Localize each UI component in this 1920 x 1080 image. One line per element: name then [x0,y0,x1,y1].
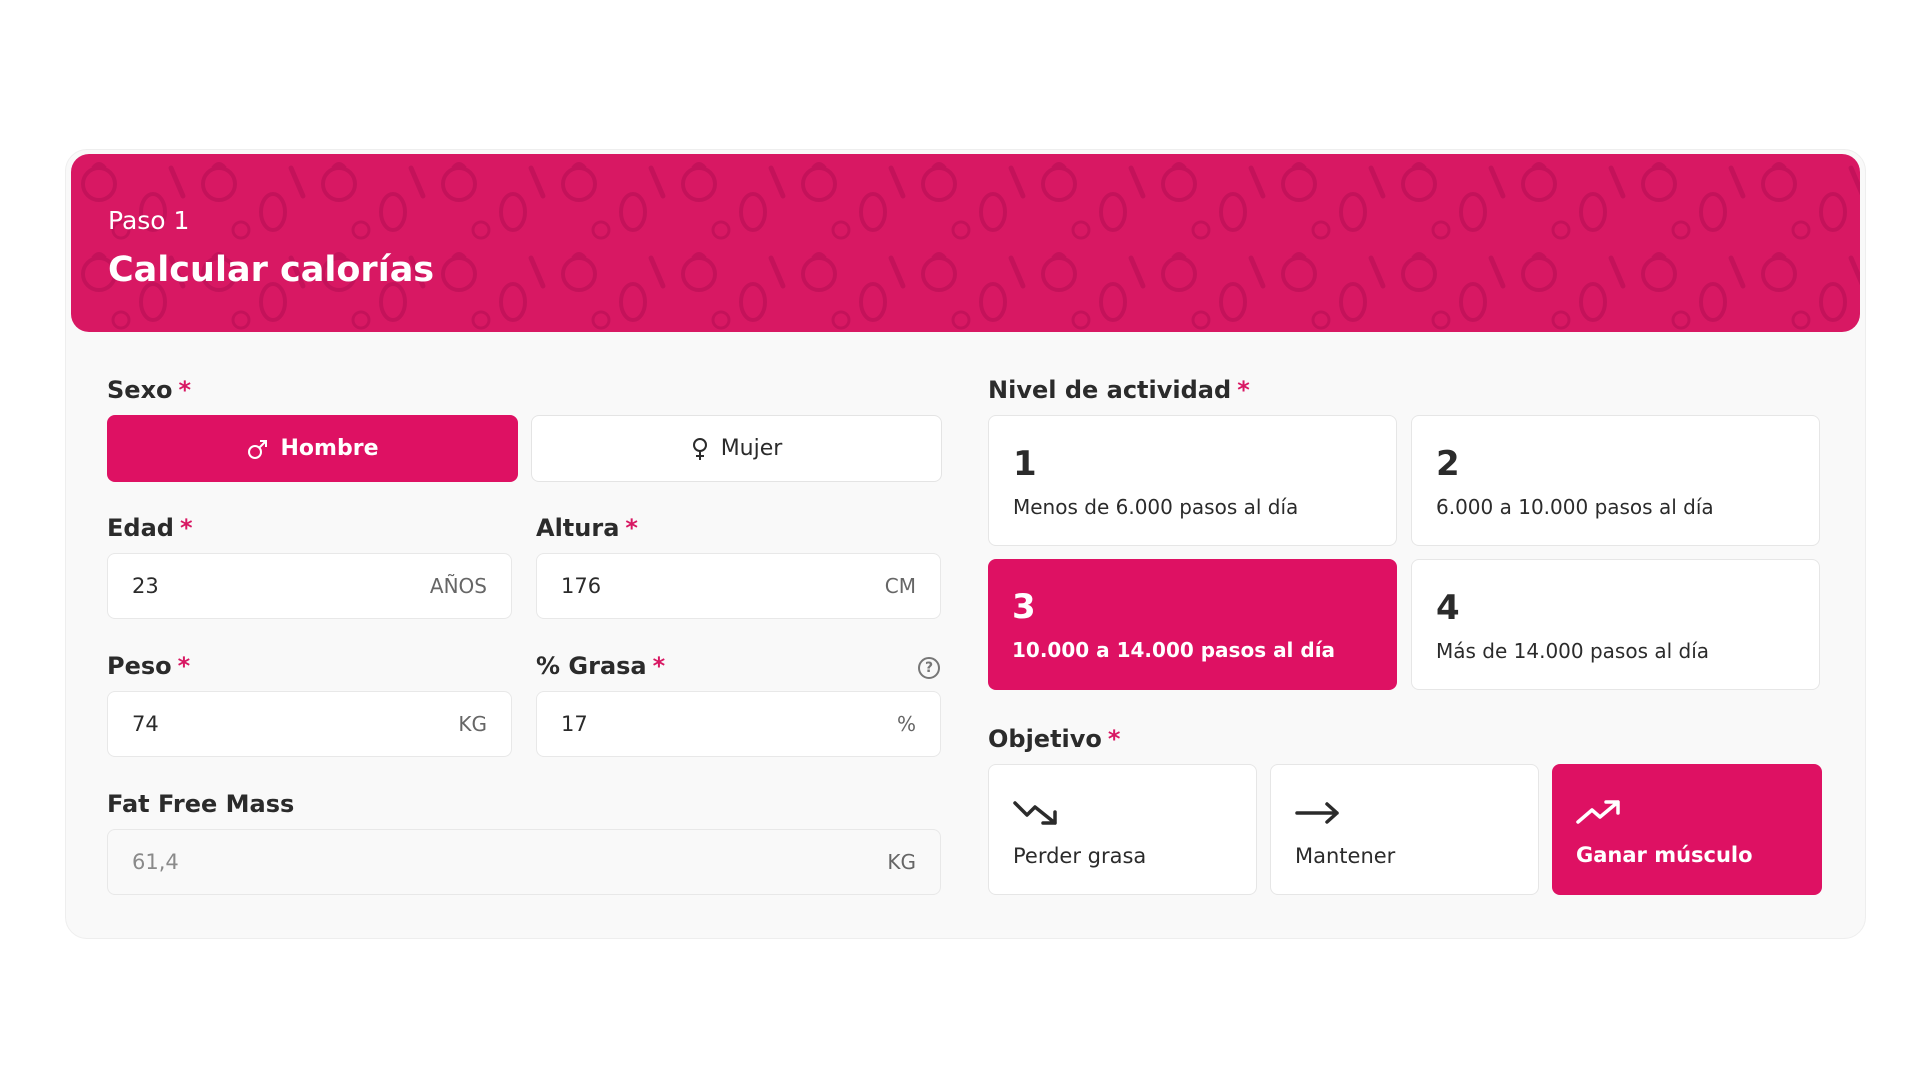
fat-free-mass-input [132,850,681,874]
activity-option-number: 2 [1436,444,1460,484]
body-fat-field: % [536,691,941,757]
height-label-text: Altura [536,514,620,542]
male-symbol-icon [247,438,269,460]
sex-option-male-label: Hombre [280,436,379,461]
weight-label-text: Peso [107,652,172,680]
step-number: Paso 1 [108,206,190,235]
goal-option-lose-fat[interactable]: Perder grasa [988,764,1257,895]
body-fat-unit: % [896,712,916,736]
age-label: Edad * [107,514,193,542]
age-label-text: Edad [107,514,174,542]
required-mark: * [179,514,193,542]
age-unit: AÑOS [429,574,487,598]
weight-label: Peso * [107,652,190,680]
food-pattern-background [71,154,1860,332]
body-fat-input[interactable] [561,712,810,736]
sex-option-female-button[interactable]: Mujer [531,415,942,482]
sex-label-text: Sexo [107,376,173,404]
fat-free-mass-label: Fat Free Mass [107,790,294,818]
sex-option-male-button[interactable]: Hombre [107,415,518,482]
required-mark: * [652,652,666,680]
goal-option-label: Mantener [1295,844,1396,868]
fat-free-mass-unit: KG [887,850,916,874]
height-field: CM [536,553,941,619]
required-mark: * [1107,725,1121,753]
required-mark: * [178,376,192,404]
goal-option-label: Perder grasa [1013,844,1147,868]
activity-option-description: Menos de 6.000 pasos al día [1013,495,1299,519]
trending-down-icon [1013,799,1059,831]
weight-input[interactable] [132,712,381,736]
activity-option-number: 3 [1012,587,1036,627]
required-mark: * [1237,376,1250,404]
sex-label: Sexo * [107,376,191,404]
page-title: Calcular calorías [108,250,435,290]
question-circle-icon[interactable]: ? [918,657,940,679]
activity-option-3[interactable]: 3 10.000 a 14.000 pasos al día [988,559,1397,690]
activity-option-description: 10.000 a 14.000 pasos al día [1012,638,1336,662]
age-input[interactable] [132,574,381,598]
height-label: Altura * [536,514,638,542]
activity-option-description: Más de 14.000 pasos al día [1436,639,1710,663]
required-mark: * [177,652,191,680]
activity-option-number: 4 [1436,588,1460,628]
required-mark: * [625,514,638,542]
fat-free-mass-label-text: Fat Free Mass [107,790,295,818]
activity-option-2[interactable]: 2 6.000 a 10.000 pasos al día [1411,415,1820,546]
activity-level-label-text: Nivel de actividad [988,376,1232,404]
fat-free-mass-field: KG [107,829,941,895]
body-fat-label-text: % Grasa [536,652,647,680]
activity-option-4[interactable]: 4 Más de 14.000 pasos al día [1411,559,1820,690]
activity-option-description: 6.000 a 10.000 pasos al día [1436,495,1714,519]
step-header-banner: Paso 1 Calcular calorías [71,154,1860,332]
height-input[interactable] [561,574,810,598]
goal-label-text: Objetivo [988,725,1102,753]
arrow-right-icon [1295,799,1341,831]
goal-label: Objetivo * [988,725,1120,753]
activity-option-number: 1 [1013,444,1037,484]
trending-up-icon [1576,798,1622,830]
body-fat-label: % Grasa * [536,652,665,680]
weight-field: KG [107,691,512,757]
age-field: AÑOS [107,553,512,619]
sex-option-female-label: Mujer [720,436,783,461]
activity-option-1[interactable]: 1 Menos de 6.000 pasos al día [988,415,1397,546]
female-symbol-icon [691,437,709,461]
weight-unit: KG [458,712,487,736]
goal-option-label: Ganar músculo [1576,843,1753,867]
height-unit: CM [884,574,916,598]
goal-option-gain-muscle[interactable]: Ganar músculo [1552,764,1822,895]
goal-option-maintain[interactable]: Mantener [1270,764,1539,895]
activity-level-label: Nivel de actividad * [988,376,1250,404]
